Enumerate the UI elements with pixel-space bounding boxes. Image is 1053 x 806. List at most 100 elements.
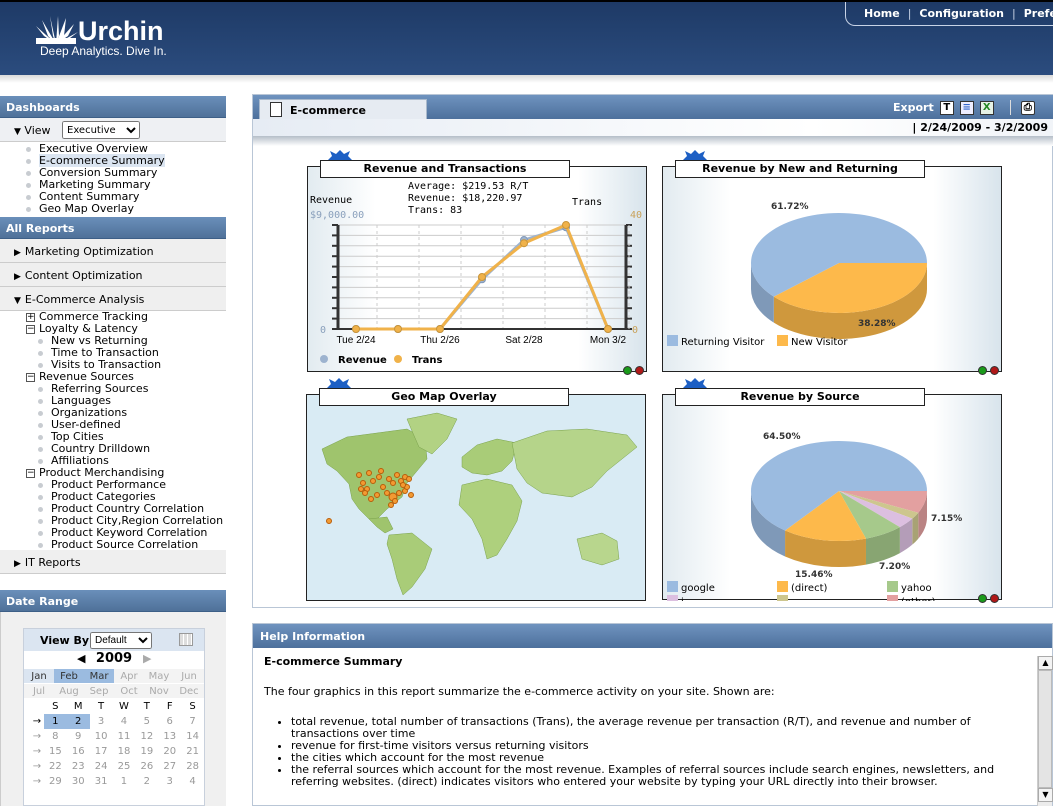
view-label[interactable]: ▼ View: [14, 124, 51, 137]
city-marker[interactable]: [374, 492, 380, 498]
status-green-icon[interactable]: [623, 366, 632, 375]
city-marker[interactable]: [326, 518, 332, 524]
data-point[interactable]: [352, 325, 360, 333]
day-cell[interactable]: 13: [158, 729, 181, 744]
month-cell[interactable]: Oct: [114, 684, 144, 698]
city-marker[interactable]: [386, 476, 392, 482]
day-cell[interactable]: 11: [113, 729, 136, 744]
data-point[interactable]: [436, 325, 444, 333]
city-marker[interactable]: [394, 472, 400, 478]
select-week-arrow-icon[interactable]: →: [30, 714, 44, 729]
city-marker[interactable]: [400, 482, 406, 488]
city-marker[interactable]: [366, 470, 372, 476]
category-content-optimization[interactable]: ▶ Content Optimization: [0, 263, 226, 287]
day-cell[interactable]: 4: [181, 774, 204, 789]
category-marketing-optimization[interactable]: ▶ Marketing Optimization: [0, 239, 226, 263]
status-red-icon[interactable]: [635, 366, 644, 375]
scroll-up-arrow-icon[interactable]: ▲: [1038, 656, 1053, 670]
day-cell[interactable]: 14: [181, 729, 204, 744]
data-point[interactable]: [604, 325, 612, 333]
help-scrollbar[interactable]: ▲ ▼: [1037, 656, 1053, 806]
data-point[interactable]: [478, 273, 486, 281]
city-marker[interactable]: [358, 486, 364, 492]
select-week-arrow-icon[interactable]: →: [30, 729, 44, 744]
scroll-down-arrow-icon[interactable]: ▼: [1038, 788, 1053, 802]
day-cell[interactable]: 26: [135, 759, 158, 774]
day-cell[interactable]: 19: [135, 744, 158, 759]
day-cell[interactable]: 7: [181, 714, 204, 729]
city-marker[interactable]: [406, 476, 412, 482]
month-cell[interactable]: Jan: [24, 669, 54, 683]
city-marker[interactable]: [376, 474, 382, 480]
city-marker[interactable]: [388, 502, 394, 508]
month-cell[interactable]: May: [144, 669, 174, 683]
data-point[interactable]: [520, 239, 528, 248]
city-marker[interactable]: [384, 490, 390, 496]
city-marker[interactable]: [370, 478, 376, 484]
next-year-arrow-icon[interactable]: ▶: [143, 652, 151, 665]
day-cell[interactable]: 24: [90, 759, 113, 774]
expand-box-icon[interactable]: +: [26, 312, 35, 322]
collapse-box-icon[interactable]: −: [26, 468, 35, 478]
month-cell[interactable]: Aug: [54, 684, 84, 698]
select-week-arrow-icon[interactable]: →: [30, 744, 44, 759]
world-map[interactable]: [307, 409, 645, 599]
day-cell[interactable]: 9: [67, 729, 90, 744]
month-cell[interactable]: Jun: [174, 669, 204, 683]
collapse-box-icon[interactable]: −: [26, 372, 35, 382]
month-cell[interactable]: Sep: [84, 684, 114, 698]
status-red-icon[interactable]: [990, 594, 999, 603]
month-cell[interactable]: Apr: [114, 669, 144, 683]
tab-ecommerce-summary[interactable]: E-commerce Summary: [259, 99, 427, 130]
day-cell[interactable]: 2: [66, 714, 90, 729]
city-marker[interactable]: [368, 496, 374, 502]
day-cell[interactable]: 3: [158, 774, 181, 789]
day-cell[interactable]: 23: [67, 759, 90, 774]
month-cell[interactable]: Mar: [84, 669, 114, 683]
data-point[interactable]: [562, 221, 570, 229]
city-marker[interactable]: [392, 498, 398, 504]
calendar-icon[interactable]: [179, 633, 193, 646]
day-cell[interactable]: 8: [44, 729, 67, 744]
day-cell[interactable]: 22: [44, 759, 67, 774]
city-marker[interactable]: [408, 492, 414, 498]
city-marker[interactable]: [360, 480, 366, 486]
day-cell[interactable]: 27: [158, 759, 181, 774]
day-cell[interactable]: 15: [44, 744, 67, 759]
month-cell[interactable]: Jul: [24, 684, 54, 698]
day-cell[interactable]: 29: [44, 774, 67, 789]
collapse-box-icon[interactable]: −: [26, 324, 35, 334]
nav-configuration[interactable]: Configuration: [919, 7, 1004, 20]
day-cell[interactable]: 4: [113, 714, 136, 729]
month-cell[interactable]: Dec: [174, 684, 204, 698]
city-marker[interactable]: [396, 490, 402, 496]
view-by-select[interactable]: Default: [90, 632, 152, 649]
city-marker[interactable]: [356, 472, 362, 478]
day-cell[interactable]: 21: [181, 744, 204, 759]
day-cell[interactable]: 17: [90, 744, 113, 759]
view-select[interactable]: Executive: [62, 121, 140, 139]
dashboard-item[interactable]: Geo Map Overlay: [26, 203, 165, 215]
data-point[interactable]: [394, 325, 402, 333]
day-cell[interactable]: 20: [158, 744, 181, 759]
city-marker[interactable]: [362, 490, 368, 496]
day-cell[interactable]: 1: [113, 774, 136, 789]
category-ecommerce-analysis[interactable]: ▼ E-Commerce Analysis: [0, 287, 226, 311]
export-xml-icon[interactable]: ≡: [959, 100, 974, 115]
export-excel-icon[interactable]: X: [979, 100, 994, 115]
status-green-icon[interactable]: [978, 366, 987, 375]
day-cell[interactable]: 16: [67, 744, 90, 759]
day-cell[interactable]: 5: [135, 714, 158, 729]
city-marker[interactable]: [378, 468, 384, 474]
month-cell[interactable]: Feb: [54, 669, 84, 683]
city-marker[interactable]: [380, 484, 386, 490]
day-cell[interactable]: 30: [67, 774, 90, 789]
nav-preferences[interactable]: Preferences: [1024, 7, 1053, 20]
day-cell[interactable]: 2: [135, 774, 158, 789]
day-cell[interactable]: 12: [135, 729, 158, 744]
nav-home[interactable]: Home: [864, 7, 900, 20]
print-icon[interactable]: ⎙: [1009, 100, 1035, 115]
day-cell[interactable]: 1: [43, 714, 67, 729]
day-cell[interactable]: 6: [158, 714, 181, 729]
prev-year-arrow-icon[interactable]: ◀: [77, 652, 85, 665]
